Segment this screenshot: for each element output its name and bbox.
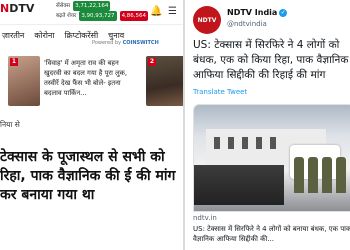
ticker-name-1: सेंसेक्स [56, 3, 71, 9]
news-photo [194, 105, 350, 211]
ticker-value-2: 3,90,93,727 [79, 11, 117, 21]
ticker-value-1: 3,71,22,164 [73, 1, 111, 11]
card-rank-badge: 1 [10, 58, 18, 66]
section-label: निया से [0, 120, 20, 129]
bell-icon[interactable]: 🔔 [150, 6, 162, 17]
avatar[interactable]: NDTV [193, 6, 221, 34]
card-title: 'विवाह' में अमृता राव की बहन खुदरवी का ब… [44, 59, 128, 97]
verified-badge-icon: ✓ [279, 8, 288, 17]
nav-item-corona[interactable]: कोरोना [34, 26, 54, 46]
tweet-text: US: टेक्सास में सिरफिरे ने 4 लोगों को बं… [193, 39, 349, 81]
ndtv-logo[interactable]: NDTV [0, 2, 34, 15]
account-name[interactable]: NDTV India ✓ [227, 8, 288, 17]
trending-cards: 1 'विवाह' में अमृता राव की बहन खुदरवी का… [8, 52, 183, 112]
translate-tweet-link[interactable]: Translate Tweet [193, 88, 247, 96]
ticker-name-2: बढ़ते शेयर [56, 13, 77, 19]
ndtv-website-panel: NDTV सेंसेक्स 3,71,22,164 बढ़ते शेयर 3,9… [0, 0, 183, 250]
nav-item-1[interactable]: ज़ारतीन [2, 26, 24, 46]
ticker-value-3: 4,86,564 [119, 11, 149, 21]
account-handle[interactable]: @ndtvindia [227, 20, 267, 28]
powered-by: Powered by COINSWITCH [92, 40, 159, 46]
menu-icon[interactable]: ☰ [168, 6, 177, 17]
market-ticker[interactable]: सेंसेक्स 3,71,22,164 बढ़ते शेयर 3,90,93,… [56, 1, 149, 21]
tweet-panel: NDTV NDTV India ✓ @ndtvindia US: टेक्सास… [185, 0, 350, 250]
link-card-source[interactable]: ndtv.in [193, 214, 217, 222]
site-header: NDTV सेंसेक्स 3,71,22,164 बढ़ते शेयर 3,9… [0, 0, 183, 25]
trending-card-1[interactable]: 1 'विवाह' में अमृता राव की बहन खुदरवी का… [8, 52, 136, 106]
card-rank-badge: 2 [148, 58, 156, 66]
lead-headline[interactable]: टेक्सास के पूजास्थल से सभी को रिहा, पाक … [0, 148, 183, 205]
trending-card-2[interactable]: 2 [146, 52, 183, 106]
link-card-caption[interactable]: US: टेक्सास में सिरफिरे ने 4 लोगों को बन… [193, 224, 350, 244]
photo-vehicle [194, 165, 284, 205]
tweet-link-card-image[interactable] [193, 104, 350, 212]
